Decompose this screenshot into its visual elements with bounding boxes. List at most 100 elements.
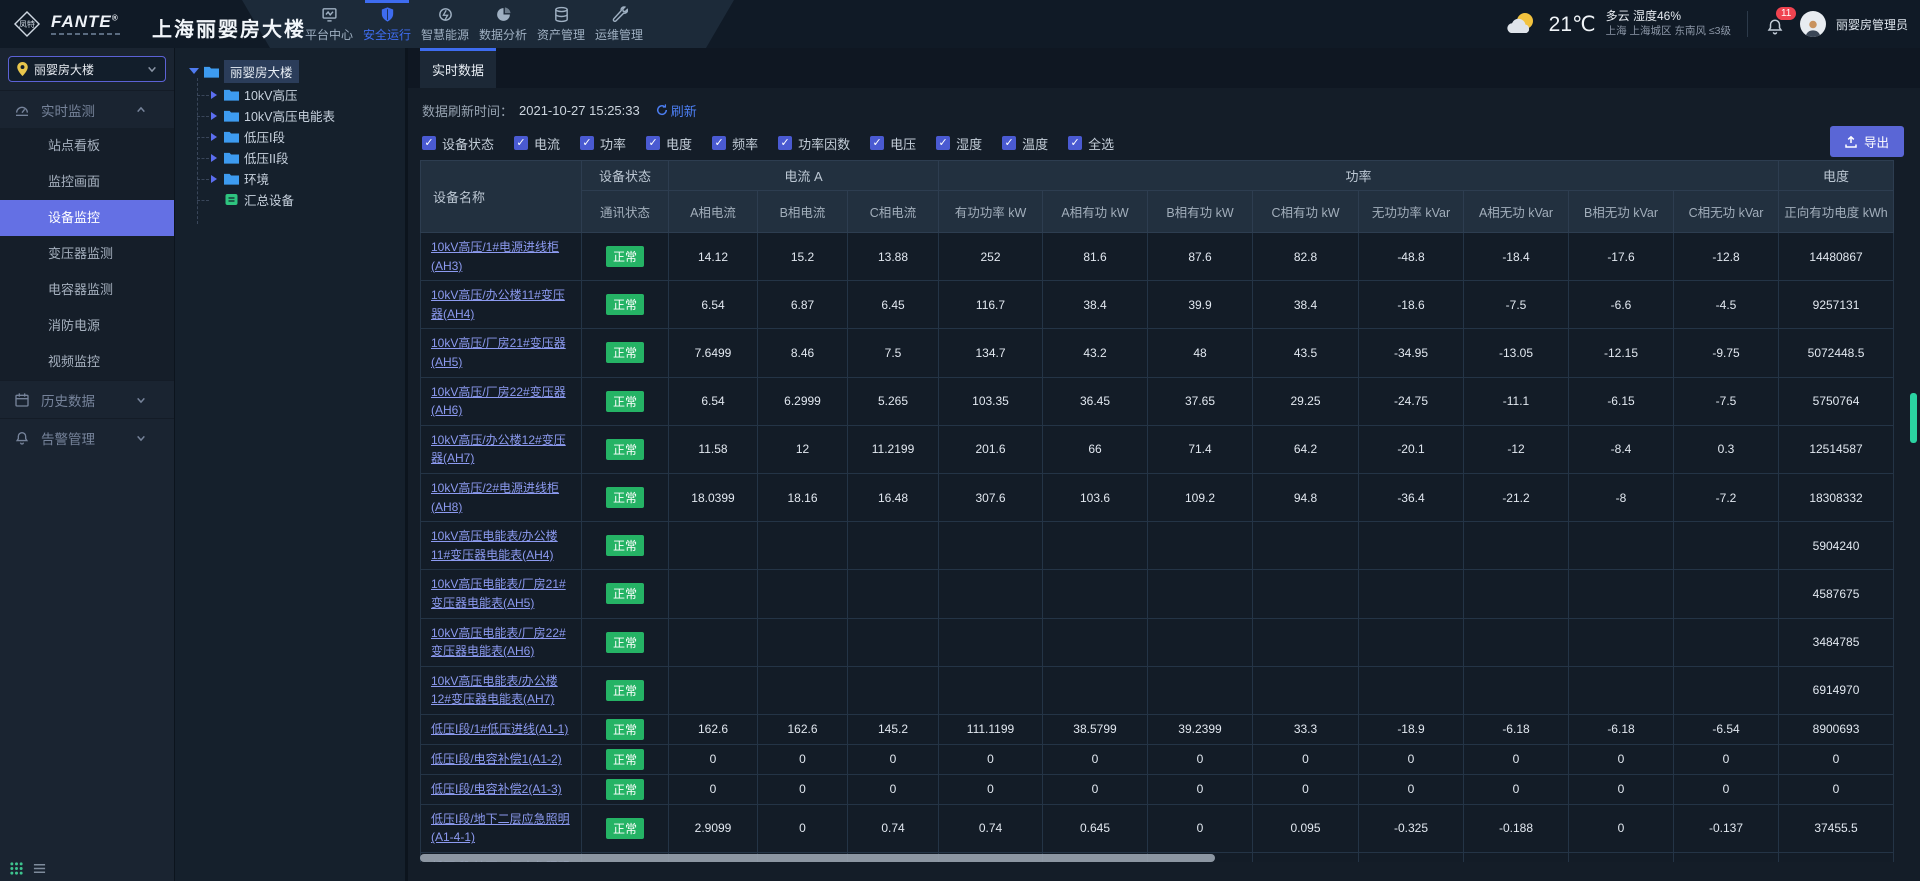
value-cell: 6.2999 — [758, 377, 848, 425]
device-link[interactable]: 10kV高压电能表/办公楼12#变压器电能表(AH7) — [431, 674, 558, 707]
column-header: C相无功 kVar — [1674, 191, 1779, 233]
tree-node-低压II段[interactable]: 低压II段 — [197, 147, 405, 168]
notification-badge: 11 — [1776, 7, 1796, 20]
device-link[interactable]: 10kV高压/厂房21#变压器(AH5) — [431, 336, 566, 369]
filter-checkbox-电流[interactable]: ✓电流 — [514, 134, 560, 153]
value-cell: 0 — [669, 774, 758, 804]
device-link[interactable]: 10kV高压电能表/办公楼11#变压器电能表(AH4) — [431, 529, 558, 562]
filter-checkbox-设备状态[interactable]: ✓设备状态 — [422, 134, 494, 153]
value-cell: -6.54 — [1674, 714, 1779, 744]
value-cell: 136.6 — [1779, 853, 1894, 862]
value-cell: 12514587 — [1779, 425, 1894, 473]
value-cell — [848, 522, 939, 570]
value-cell: 0 — [1569, 744, 1674, 774]
sidebar-item-电容器监测[interactable]: 电容器监测 — [0, 272, 174, 308]
grid-dots-icon[interactable] — [10, 862, 23, 875]
device-link[interactable]: 低压I段/电容补偿1(A1-2) — [431, 752, 562, 766]
tree-node-低压I段[interactable]: 低压I段 — [197, 126, 405, 147]
device-link[interactable]: 10kV高压/2#电源进线柜(AH8) — [431, 481, 559, 514]
filter-checkbox-全选[interactable]: ✓全选 — [1068, 134, 1114, 153]
nav-item-analysis[interactable]: 数据分析 — [474, 0, 532, 48]
value-cell: 3484785 — [1779, 618, 1894, 666]
table-row: 10kV高压电能表/厂房21#变压器电能表(AH5)正常4587675 — [421, 570, 1894, 618]
sidebar-item-站点看板[interactable]: 站点看板 — [0, 128, 174, 164]
filter-checkbox-功率[interactable]: ✓功率 — [580, 134, 626, 153]
value-cell — [1569, 522, 1674, 570]
nav-item-energy[interactable]: 智慧能源 — [416, 0, 474, 48]
sidebar-group-alarm[interactable]: 告警管理 — [0, 418, 174, 456]
tree-node-环境[interactable]: 环境 — [197, 168, 405, 189]
tree-node-汇总设备[interactable]: 汇总设备 — [197, 189, 405, 210]
filter-checkbox-温度[interactable]: ✓温度 — [1002, 134, 1048, 153]
device-link[interactable]: 10kV高压电能表/厂房21#变压器电能表(AH5) — [431, 577, 566, 610]
site-selector[interactable]: 丽婴房大楼 — [8, 56, 166, 82]
tree-node-root[interactable]: 丽婴房大楼 — [175, 60, 405, 82]
status-badge: 正常 — [606, 719, 644, 740]
device-name-cell: 10kV高压/厂房22#变压器(AH6) — [421, 377, 582, 425]
nav-item-safety[interactable]: 安全运行 — [358, 0, 416, 48]
avatar[interactable] — [1800, 11, 1826, 37]
sidebar-item-消防电源[interactable]: 消防电源 — [0, 308, 174, 344]
value-cell: 162.6 — [758, 714, 848, 744]
value-cell — [1674, 522, 1779, 570]
device-link[interactable]: 10kV高压电能表/厂房22#变压器电能表(AH6) — [431, 626, 566, 659]
nav-item-ops[interactable]: 运维管理 — [590, 0, 648, 48]
filter-checkbox-电度[interactable]: ✓电度 — [646, 134, 692, 153]
filter-checkbox-湿度[interactable]: ✓湿度 — [936, 134, 982, 153]
sidebar-item-设备监控[interactable]: 设备监控 — [0, 200, 174, 236]
notifications-button[interactable]: 11 — [1764, 9, 1790, 39]
value-cell — [1253, 570, 1359, 618]
list-icon[interactable] — [33, 862, 46, 875]
nav-item-asset[interactable]: 资产管理 — [532, 0, 590, 48]
device-link[interactable]: 10kV高压/办公楼11#变压器(AH4) — [431, 288, 565, 321]
filter-checkbox-频率[interactable]: ✓频率 — [712, 134, 758, 153]
value-cell: -4.5 — [1674, 281, 1779, 329]
status-cell: 正常 — [582, 329, 669, 377]
device-link[interactable]: 10kV高压/1#电源进线柜(AH3) — [431, 240, 559, 273]
value-cell: 37.65 — [1148, 377, 1253, 425]
weather-text: 多云 湿度46% 上海 上海城区 东南风 ≤3级 — [1606, 9, 1731, 38]
value-cell — [848, 666, 939, 714]
device-link[interactable]: 10kV高压/厂房22#变压器(AH6) — [431, 385, 566, 418]
value-cell: 14.12 — [669, 233, 758, 281]
filter-checkbox-电压[interactable]: ✓电压 — [870, 134, 916, 153]
device-tree: 丽婴房大楼 10kV高压10kV高压电能表低压I段低压II段环境汇总设备 — [174, 48, 408, 881]
checkbox-checked-icon: ✓ — [514, 136, 528, 150]
app-logo: 凤特 FANTE® — [12, 0, 123, 48]
device-name-cell: 10kV高压/办公楼12#变压器(AH7) — [421, 425, 582, 473]
value-cell — [1359, 522, 1464, 570]
nav-item-platform[interactable]: 平台中心 — [300, 0, 358, 48]
horizontal-scrollbar[interactable] — [420, 854, 1215, 862]
device-link[interactable]: 低压I段/1#低压进线(A1-1) — [431, 722, 568, 736]
value-cell — [1359, 570, 1464, 618]
tab-realtime-data[interactable]: 实时数据 — [420, 48, 496, 88]
chevron-down-icon — [147, 64, 157, 74]
device-link[interactable]: 低压I段/地下二层应急照明(A1-4-1) — [431, 812, 570, 845]
sidebar-item-监控画面[interactable]: 监控画面 — [0, 164, 174, 200]
username: 丽婴房管理员 — [1836, 16, 1908, 33]
column-group-header: 电流 A — [669, 161, 939, 191]
sidebar-item-视频监控[interactable]: 视频监控 — [0, 344, 174, 380]
value-cell: 0 — [939, 774, 1043, 804]
status-badge: 正常 — [606, 391, 644, 412]
device-link[interactable]: 10kV高压/办公楼12#变压器(AH7) — [431, 433, 566, 466]
sidebar-item-变压器监测[interactable]: 变压器监测 — [0, 236, 174, 272]
value-cell: -7.5 — [1674, 377, 1779, 425]
sidebar-group-realtime[interactable]: 实时监测 — [0, 90, 174, 128]
vertical-scrollbar[interactable] — [1910, 393, 1917, 443]
value-cell — [1674, 666, 1779, 714]
tree-node-10kV高压[interactable]: 10kV高压 — [197, 84, 405, 105]
device-link[interactable]: 低压I段/电容补偿2(A1-3) — [431, 782, 562, 796]
value-cell — [669, 522, 758, 570]
tree-node-10kV高压电能表[interactable]: 10kV高压电能表 — [197, 105, 405, 126]
value-cell: 162.6 — [669, 714, 758, 744]
value-cell: 0.095 — [1253, 804, 1359, 852]
filter-checkbox-功率因数[interactable]: ✓功率因数 — [778, 134, 850, 153]
status-cell: 正常 — [582, 377, 669, 425]
refresh-button[interactable]: 刷新 — [656, 101, 697, 120]
site-selector-value: 丽婴房大楼 — [34, 61, 141, 78]
value-cell: 0 — [669, 744, 758, 774]
analysis-icon — [495, 6, 512, 23]
sidebar-group-history[interactable]: 历史数据 — [0, 380, 174, 418]
export-button[interactable]: 导出 — [1830, 126, 1904, 157]
